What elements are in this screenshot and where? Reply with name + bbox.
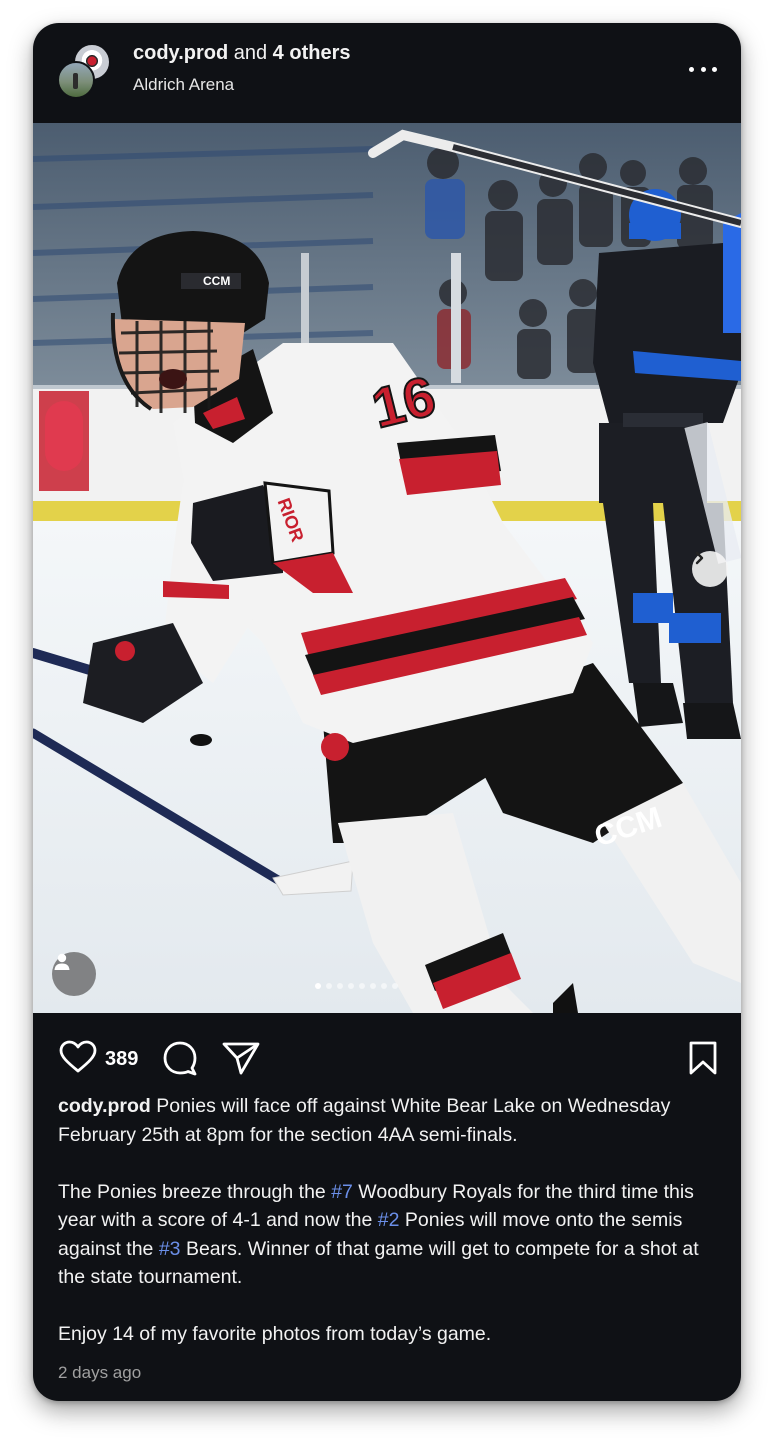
- helmet-brand: CCM: [203, 274, 230, 288]
- carousel-dot: [348, 983, 354, 989]
- hashtag-link[interactable]: #3: [159, 1238, 181, 1260]
- post-photo[interactable]: CCM 16 RIOR CCM: [33, 123, 741, 1013]
- post-actions: 389: [33, 1038, 741, 1086]
- caption-paragraph-3: Enjoy 14 of my favorite photos from toda…: [58, 1323, 492, 1345]
- carousel-next-button[interactable]: [692, 551, 728, 587]
- post-location[interactable]: Aldrich Arena: [133, 75, 234, 95]
- save-button[interactable]: [687, 1040, 719, 1076]
- chevron-right-icon: [695, 551, 704, 565]
- author-username[interactable]: cody.prod: [133, 42, 228, 64]
- carousel-indicator: [315, 983, 398, 989]
- bookmark-icon: [689, 1041, 717, 1075]
- post-caption: cody.prod Ponies will face off against W…: [58, 1092, 718, 1349]
- carousel-dot: [392, 983, 398, 989]
- author-avatar[interactable]: [57, 61, 95, 99]
- post-card: cody.prod and 4 others Aldrich Arena CCM…: [33, 23, 741, 1401]
- send-icon: [222, 1042, 260, 1075]
- caption-username[interactable]: cody.prod: [58, 1095, 151, 1117]
- hashtag-link[interactable]: #7: [331, 1181, 353, 1203]
- carousel-dot: [337, 983, 343, 989]
- carousel-dot: [370, 983, 376, 989]
- carousel-dot: [326, 983, 332, 989]
- user-tag-icon: [54, 953, 70, 970]
- more-options-button[interactable]: [689, 59, 717, 79]
- carousel-dot: [315, 983, 321, 989]
- caption-paragraph-1: cody.prod Ponies will face off against W…: [58, 1095, 671, 1146]
- share-button[interactable]: [221, 1040, 261, 1076]
- coauthors-link[interactable]: 4 others: [273, 42, 351, 64]
- post-timestamp[interactable]: 2 days ago: [58, 1363, 141, 1383]
- hashtag-link[interactable]: #2: [378, 1209, 400, 1231]
- heart-icon: [59, 1040, 97, 1073]
- comment-button[interactable]: [161, 1039, 199, 1077]
- hockey-photo: CCM 16 RIOR CCM: [33, 123, 741, 1013]
- more-horizontal-icon: [689, 66, 694, 72]
- like-count[interactable]: 389: [105, 1048, 138, 1071]
- caption-paragraph-2: The Ponies breeze through the #7 Woodbur…: [58, 1180, 699, 1289]
- carousel-dot: [359, 983, 365, 989]
- tagged-users-button[interactable]: [52, 952, 96, 996]
- post-authors: cody.prod and 4 others: [133, 42, 350, 65]
- carousel-dot: [381, 983, 387, 989]
- authors-connector: and: [228, 42, 273, 64]
- comment-icon: [163, 1041, 197, 1076]
- like-button[interactable]: [59, 1040, 97, 1074]
- post-header: cody.prod and 4 others Aldrich Arena: [33, 23, 741, 123]
- collab-avatars[interactable]: [57, 43, 111, 99]
